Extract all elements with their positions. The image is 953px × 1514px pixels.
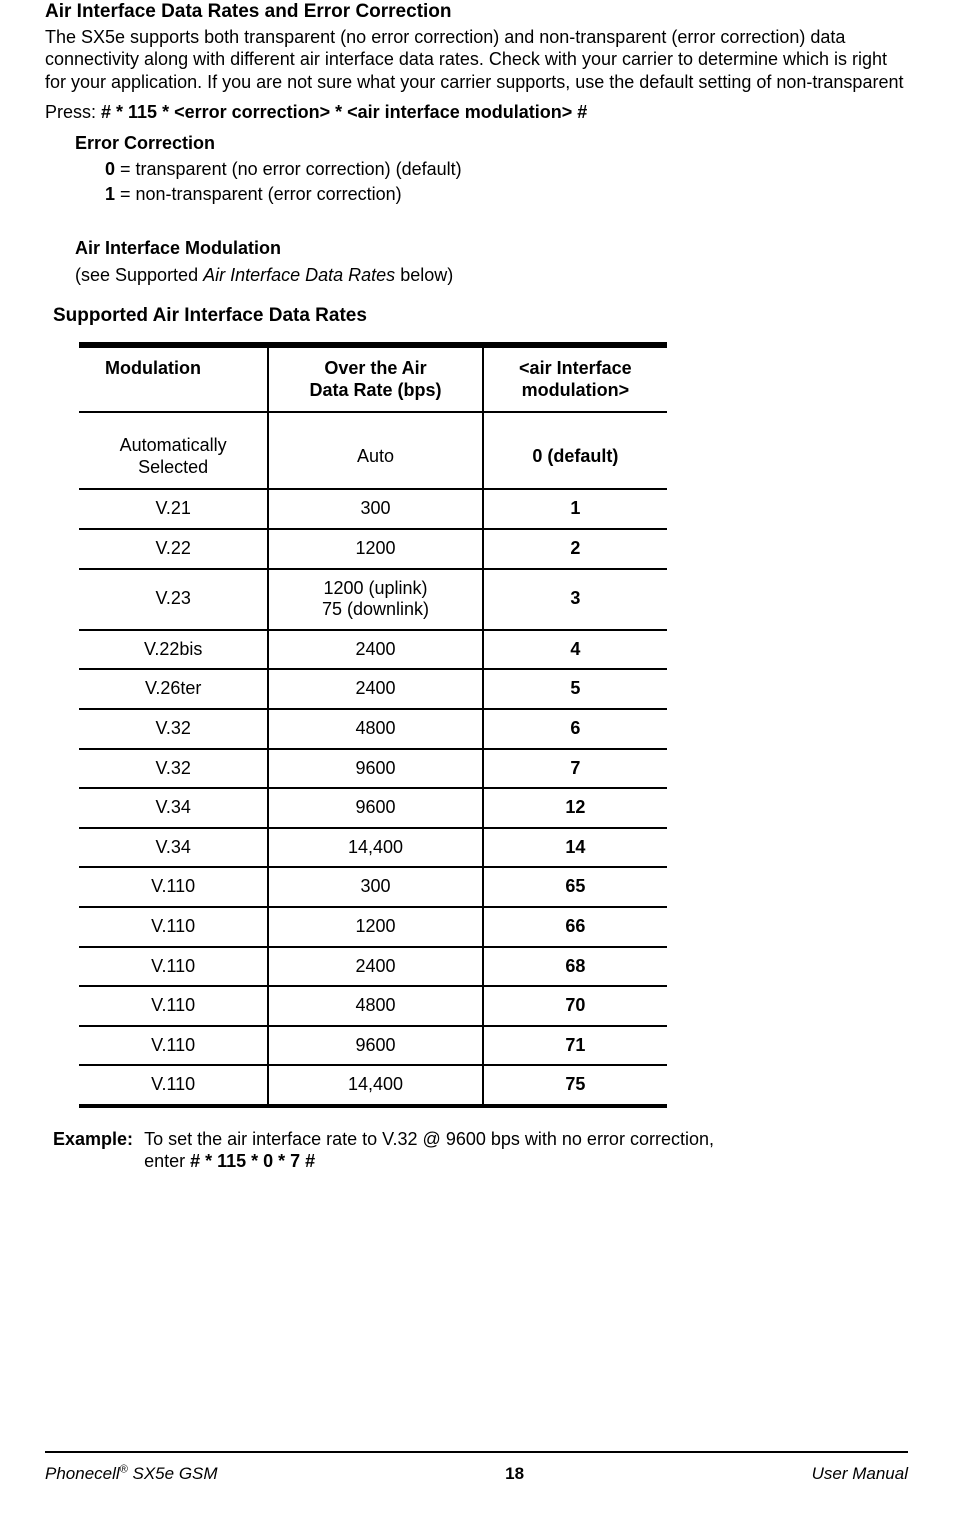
- aim-heading: Air Interface Modulation: [75, 237, 908, 260]
- table-row: V.11014,40075: [79, 1065, 667, 1106]
- table-row: V.22bis24004: [79, 630, 667, 670]
- press-line: Press: # * 115 * <error correction> * <a…: [45, 101, 908, 124]
- cell-modulation: V.110: [79, 986, 268, 1026]
- table-row: V.110120066: [79, 907, 667, 947]
- cell-air-interface: 65: [483, 867, 667, 907]
- cell-air-interface: 12: [483, 788, 667, 828]
- cell-data-rate: 14,400: [268, 1065, 482, 1106]
- aim-see-pre: (see Supported: [75, 265, 203, 285]
- cell-data-rate: 14,400: [268, 828, 482, 868]
- table-row: V.110240068: [79, 947, 667, 987]
- cell-data-rate: 9600: [268, 1026, 482, 1066]
- th-data-rate: Over the AirData Rate (bps): [268, 347, 482, 412]
- ec-option-0: 0 = transparent (no error correction) (d…: [75, 158, 908, 181]
- table-row: V.11030065: [79, 867, 667, 907]
- cell-data-rate: 1200: [268, 907, 482, 947]
- table-row: V.3296007: [79, 749, 667, 789]
- cell-air-interface: 3: [483, 569, 667, 630]
- cell-data-rate: 1200 (uplink)75 (downlink): [268, 569, 482, 630]
- page-footer: Phonecell® SX5e GSM 18 User Manual: [45, 1451, 908, 1484]
- cell-air-interface: 6: [483, 709, 667, 749]
- table-row: V.26ter24005: [79, 669, 667, 709]
- cell-air-interface: 1: [483, 489, 667, 529]
- footer-right: User Manual: [812, 1463, 908, 1484]
- cell-air-interface: 68: [483, 947, 667, 987]
- cell-data-rate: 300: [268, 489, 482, 529]
- cell-modulation: V.110: [79, 867, 268, 907]
- example-line1: To set the air interface rate to V.32 @ …: [144, 1129, 714, 1149]
- table-row: V.110960071: [79, 1026, 667, 1066]
- cell-modulation: V.32: [79, 749, 268, 789]
- cell-data-rate: 2400: [268, 669, 482, 709]
- table-row: V.213001: [79, 489, 667, 529]
- press-label: Press:: [45, 102, 101, 122]
- cell-data-rate: 4800: [268, 709, 482, 749]
- example-line2-cmd: # * 115 * 0 * 7 #: [190, 1151, 315, 1171]
- ec-text-1: = non-transparent (error correction): [115, 184, 402, 204]
- cell-data-rate: 2400: [268, 947, 482, 987]
- th-modulation: Modulation: [79, 347, 268, 412]
- table-row: V.110480070: [79, 986, 667, 1026]
- aim-see-post: below): [395, 265, 453, 285]
- cell-data-rate: 1200: [268, 529, 482, 569]
- th-air-interface: <air Interfacemodulation>: [483, 347, 667, 412]
- cell-data-rate: 2400: [268, 630, 482, 670]
- example-line2-pre: enter: [144, 1151, 190, 1171]
- cell-air-interface: 14: [483, 828, 667, 868]
- aim-see-ital: Air Interface Data Rates: [203, 265, 395, 285]
- table-row: V.34960012: [79, 788, 667, 828]
- cell-air-interface: 71: [483, 1026, 667, 1066]
- table-header-row: Modulation Over the AirData Rate (bps) <…: [79, 347, 667, 412]
- ec-option-1: 1 = non-transparent (error correction): [75, 183, 908, 206]
- cell-air-interface: 75: [483, 1065, 667, 1106]
- table-row: AutomaticallySelectedAuto0 (default): [79, 412, 667, 489]
- cell-modulation: V.110: [79, 907, 268, 947]
- cell-modulation: V.34: [79, 788, 268, 828]
- cell-data-rate: 9600: [268, 749, 482, 789]
- footer-page-number: 18: [505, 1463, 524, 1484]
- cell-modulation: V.110: [79, 947, 268, 987]
- ec-key-1: 1: [105, 184, 115, 204]
- cell-data-rate: 9600: [268, 788, 482, 828]
- rates-table: Modulation Over the AirData Rate (bps) <…: [79, 342, 667, 1108]
- cell-air-interface: 2: [483, 529, 667, 569]
- cell-air-interface: 7: [483, 749, 667, 789]
- section-title: Air Interface Data Rates and Error Corre…: [45, 0, 908, 24]
- intro-paragraph: The SX5e supports both transparent (no e…: [45, 26, 908, 94]
- cell-modulation: AutomaticallySelected: [79, 412, 268, 489]
- cell-air-interface: 4: [483, 630, 667, 670]
- cell-air-interface: 5: [483, 669, 667, 709]
- aim-see-line: (see Supported Air Interface Data Rates …: [75, 264, 908, 287]
- ec-text-0: = transparent (no error correction) (def…: [115, 159, 462, 179]
- cell-modulation: V.110: [79, 1026, 268, 1066]
- cell-air-interface: 70: [483, 986, 667, 1026]
- cell-modulation: V.23: [79, 569, 268, 630]
- cell-modulation: V.34: [79, 828, 268, 868]
- table-row: V.3414,40014: [79, 828, 667, 868]
- footer-left: Phonecell® SX5e GSM: [45, 1463, 218, 1484]
- error-correction-heading: Error Correction: [75, 132, 908, 155]
- cell-modulation: V.26ter: [79, 669, 268, 709]
- cell-data-rate: 4800: [268, 986, 482, 1026]
- table-row: V.3248006: [79, 709, 667, 749]
- cell-modulation: V.22bis: [79, 630, 268, 670]
- cell-air-interface: 0 (default): [483, 412, 667, 489]
- table-title: Supported Air Interface Data Rates: [53, 304, 908, 328]
- example-block: Example: To set the air interface rate t…: [53, 1128, 908, 1173]
- cell-modulation: V.32: [79, 709, 268, 749]
- table-row: V.2212002: [79, 529, 667, 569]
- cell-air-interface: 66: [483, 907, 667, 947]
- cell-data-rate: 300: [268, 867, 482, 907]
- example-label: Example:: [53, 1128, 133, 1151]
- cell-modulation: V.22: [79, 529, 268, 569]
- cell-modulation: V.110: [79, 1065, 268, 1106]
- press-command: # * 115 * <error correction> * <air inte…: [101, 102, 587, 122]
- cell-modulation: V.21: [79, 489, 268, 529]
- ec-key-0: 0: [105, 159, 115, 179]
- table-row: V.231200 (uplink)75 (downlink)3: [79, 569, 667, 630]
- cell-data-rate: Auto: [268, 412, 482, 489]
